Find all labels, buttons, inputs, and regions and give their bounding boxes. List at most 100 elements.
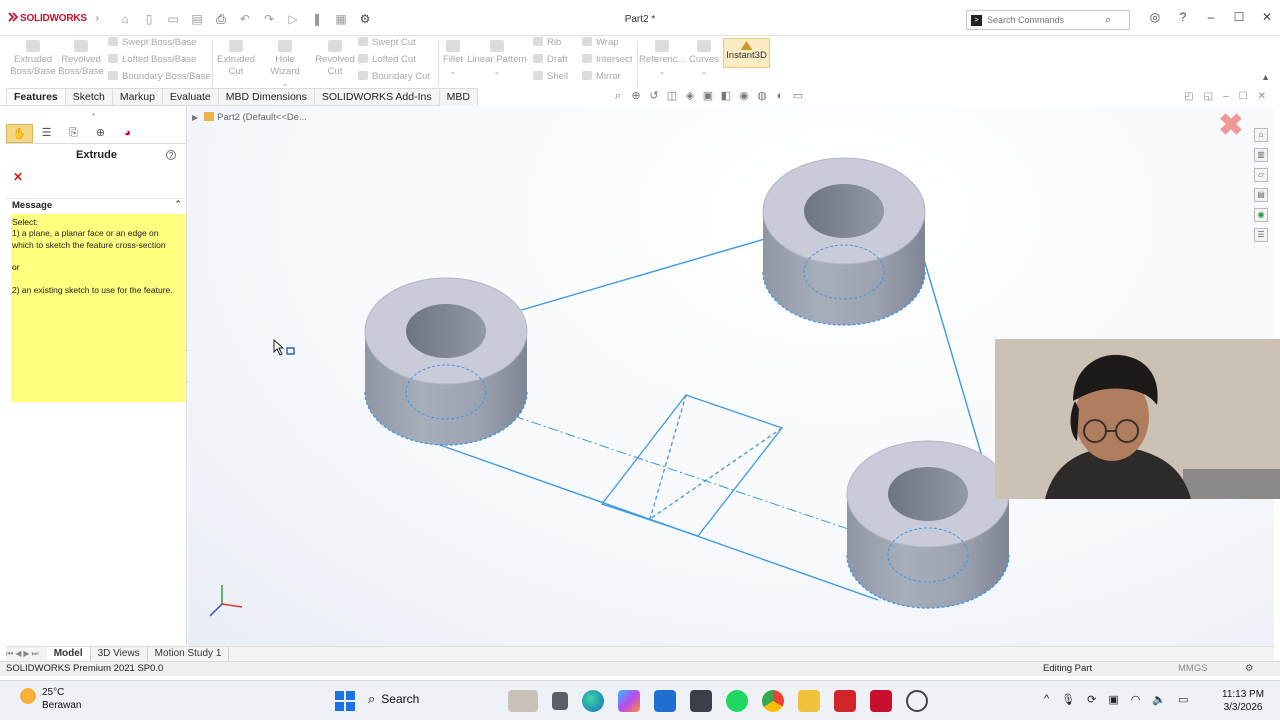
- store-icon[interactable]: [654, 690, 676, 712]
- chrome-icon[interactable]: [762, 690, 784, 712]
- undo-icon[interactable]: ↶: [238, 12, 252, 27]
- tab-motion-study[interactable]: Motion Study 1: [148, 647, 230, 661]
- acrobat-icon[interactable]: [834, 690, 856, 712]
- copilot-icon[interactable]: [618, 690, 640, 712]
- widgets-icon[interactable]: [508, 690, 538, 712]
- file-properties-icon[interactable]: ▦: [334, 12, 348, 27]
- hide-show-items-icon[interactable]: ◉: [738, 90, 750, 102]
- cylinder-boss-bottom[interactable]: [846, 440, 1010, 609]
- edit-appearance-icon[interactable]: ◍: [756, 90, 768, 102]
- tile-icon[interactable]: ◰: [1184, 91, 1193, 102]
- start-button[interactable]: [335, 691, 355, 711]
- edge-browser-icon[interactable]: [582, 690, 604, 712]
- custom-properties-icon[interactable]: ☰: [1254, 228, 1268, 242]
- recorder-icon[interactable]: [906, 690, 928, 712]
- new-document-icon[interactable]: ▯: [142, 12, 156, 27]
- rib-button[interactable]: Rib: [533, 34, 561, 51]
- section-view-icon[interactable]: ◫: [666, 90, 678, 102]
- customize-icon[interactable]: ⚙: [1245, 662, 1254, 676]
- zoom-to-area-icon[interactable]: ⊕: [630, 90, 642, 102]
- app-icon[interactable]: [690, 690, 712, 712]
- cancel-icon[interactable]: ✕: [13, 170, 23, 184]
- revolved-boss-button[interactable]: Revolved Boss/Base: [58, 40, 104, 78]
- scroll-up-arrow-icon[interactable]: ▲: [1261, 72, 1270, 82]
- display-manager-tab[interactable]: ◕: [114, 124, 141, 143]
- redo-icon[interactable]: ↷: [262, 12, 276, 27]
- boundary-boss-button[interactable]: Boundary Boss/Base: [108, 68, 211, 85]
- message-section-header[interactable]: Message ⌃: [6, 198, 187, 212]
- solidworks-logo[interactable]: SOLIDWORKS ›: [8, 12, 99, 24]
- save-icon[interactable]: ▤: [190, 12, 204, 27]
- reference-geometry-button[interactable]: Referenc... ⌄: [639, 40, 685, 78]
- extruded-boss-button[interactable]: Extruded Boss/Base: [10, 40, 56, 78]
- doc-maximize-button[interactable]: ☐: [1239, 91, 1248, 102]
- search-commands-input[interactable]: [987, 15, 1105, 25]
- expand-menu-icon[interactable]: ›: [95, 13, 98, 24]
- file-explorer-icon[interactable]: ▱: [1254, 168, 1268, 182]
- close-button[interactable]: ✕: [1260, 10, 1274, 24]
- intersect-button[interactable]: Intersect: [582, 51, 632, 68]
- battery-icon[interactable]: ▭: [1178, 693, 1188, 706]
- file-explorer-icon[interactable]: [798, 690, 820, 712]
- view-orientation-icon[interactable]: ▣: [702, 90, 714, 102]
- appearances-icon[interactable]: ◉: [1254, 208, 1268, 222]
- dropdown-arrow-icon[interactable]: ⌄: [687, 66, 721, 78]
- solidworks-resources-icon[interactable]: ⌂: [1254, 128, 1268, 142]
- fillet-button[interactable]: Fillet ⌄: [440, 40, 466, 78]
- weather-widget[interactable]: 25°C Berawan: [20, 686, 81, 712]
- help-icon[interactable]: ?: [166, 150, 176, 160]
- volume-icon[interactable]: 🔈: [1152, 693, 1166, 706]
- instant3d-button[interactable]: Instant3D: [723, 38, 770, 68]
- first-tab-arrow-icon[interactable]: ⏮: [6, 649, 13, 659]
- linear-pattern-button[interactable]: Linear Pattern ⌄: [467, 40, 527, 78]
- minimize-button[interactable]: –: [1204, 10, 1218, 24]
- cancel-close-icon[interactable]: ✖: [1218, 111, 1244, 141]
- next-tab-arrow-icon[interactable]: ▶: [23, 649, 29, 659]
- view-settings-icon[interactable]: ▭: [792, 90, 804, 102]
- extruded-cut-button[interactable]: Extruded Cut: [214, 40, 258, 78]
- maximize-button[interactable]: ☐: [1232, 10, 1246, 24]
- panel-grip[interactable]: •: [92, 110, 95, 119]
- tab-3d-views[interactable]: 3D Views: [91, 647, 148, 661]
- open-icon[interactable]: ▭: [166, 12, 180, 27]
- last-tab-arrow-icon[interactable]: ⏭: [32, 649, 39, 659]
- spotify-icon[interactable]: [726, 690, 748, 712]
- wrap-button[interactable]: Wrap: [582, 34, 619, 51]
- select-icon[interactable]: ▷: [286, 12, 300, 27]
- solidworks-taskbar-icon[interactable]: [870, 690, 892, 712]
- tab-markup[interactable]: Markup: [111, 88, 163, 106]
- unit-system-label[interactable]: MMGS: [1178, 662, 1208, 676]
- sketch-parallelogram[interactable]: [600, 394, 784, 537]
- prev-tab-arrow-icon[interactable]: ◀: [15, 649, 21, 659]
- cylinder-boss-left[interactable]: [364, 277, 528, 446]
- tab-features[interactable]: Features: [6, 88, 66, 106]
- system-clock[interactable]: 11:13 PM 3/3/2026: [1222, 688, 1264, 714]
- draft-button[interactable]: Draft: [533, 51, 568, 68]
- tab-evaluate[interactable]: Evaluate: [161, 88, 219, 106]
- curves-button[interactable]: Curves ⌄: [687, 40, 721, 78]
- print-icon[interactable]: ⎙: [214, 12, 228, 27]
- boundary-cut-button[interactable]: Boundary Cut: [358, 68, 430, 85]
- tab-sketch[interactable]: Sketch: [64, 88, 113, 106]
- apply-scene-icon[interactable]: ◐: [774, 90, 786, 102]
- zoom-to-fit-icon[interactable]: ⌕: [612, 90, 624, 102]
- dropdown-arrow-icon[interactable]: ⌄: [467, 66, 527, 78]
- tab-solidworks-addins[interactable]: SOLIDWORKS Add-Ins: [313, 88, 440, 106]
- mirror-button[interactable]: Mirror: [582, 68, 621, 85]
- lofted-cut-button[interactable]: Lofted Cut: [358, 51, 416, 68]
- tab-model[interactable]: Model: [46, 647, 91, 661]
- network-tray-icon[interactable]: ⟳: [1087, 693, 1096, 706]
- previous-view-icon[interactable]: ↺: [648, 90, 660, 102]
- task-view-icon[interactable]: [552, 692, 568, 710]
- feature-manager-tab[interactable]: ✋: [6, 124, 33, 143]
- search-commands-box[interactable]: > ⌕: [966, 10, 1130, 30]
- wifi-icon[interactable]: ◠: [1131, 693, 1141, 706]
- dropdown-arrow-icon[interactable]: ⌄: [639, 66, 685, 78]
- view-palette-icon[interactable]: ▤: [1254, 188, 1268, 202]
- microphone-icon[interactable]: 🎙: [1061, 693, 1075, 706]
- rebuild-icon[interactable]: ❚: [310, 12, 324, 27]
- home-icon[interactable]: ⌂: [118, 12, 132, 27]
- lofted-boss-button[interactable]: Lofted Boss/Base: [108, 51, 196, 68]
- property-manager-tab[interactable]: ☰: [33, 124, 60, 143]
- hole-wizard-button[interactable]: Hole Wizard ⌄: [260, 40, 310, 90]
